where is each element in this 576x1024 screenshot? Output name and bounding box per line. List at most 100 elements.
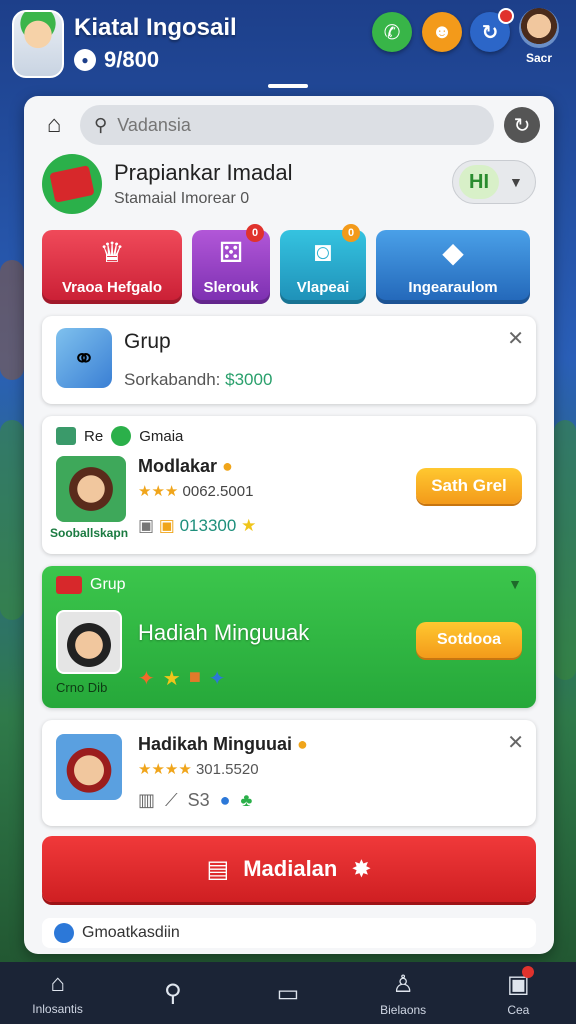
search-row: ⌂ ⚲ ↻ — [38, 104, 540, 146]
weekly-header-label: Grup — [90, 576, 126, 593]
tool-icon: ⟋ — [165, 790, 178, 810]
header-b: Gmaia — [139, 427, 184, 445]
home-icon: ⌂ — [46, 111, 62, 138]
search-icon: ⚲ — [94, 114, 108, 135]
tile-label: Ingearaulom — [408, 279, 498, 296]
profile-name: Prapiankar Imadal — [114, 160, 293, 185]
chest-icon — [56, 576, 82, 594]
search-icon: ⚲ — [163, 979, 182, 1007]
camera-icon: ◙ — [314, 236, 332, 267]
chevron-down-icon: ▼ — [509, 174, 523, 190]
refresh-icon: ↻ — [481, 21, 499, 44]
player-pic-label: Sooballskapn — [50, 526, 129, 540]
tile-1[interactable]: ♛ Vraoa Hefgalo — [42, 230, 182, 304]
profile-icon[interactable] — [42, 154, 102, 214]
grup-sub-label: Sorkabandh: — [124, 370, 221, 389]
tile-label: Slerouk — [203, 279, 259, 296]
phone-icon: ✆ — [383, 21, 401, 44]
refresh-icon: ↻ — [513, 114, 531, 137]
coin-counter: ● 9/800 — [74, 47, 159, 73]
refresh-button[interactable]: ↻ — [504, 107, 540, 143]
weekly-pic-label: Crno Dib — [56, 680, 108, 695]
bottom-nav: ⌂ Inlosantis ⚲ ▭ ♙ Bielaons ▣ Cea — [0, 962, 576, 1024]
trophy-icon: ♙ — [392, 970, 414, 998]
weekly-player-avatar — [56, 734, 122, 800]
search-box[interactable]: ⚲ — [80, 105, 494, 145]
main-action-label: Madialan — [243, 856, 338, 881]
info-icon — [54, 923, 74, 943]
nav-chat[interactable]: ▣ Cea — [468, 965, 568, 1017]
weekly-title: Hadiah Minguuak — [138, 620, 310, 645]
tile-4[interactable]: ◆ Ingearaulom — [376, 230, 530, 304]
phone-button[interactable]: ✆ — [372, 12, 412, 52]
weekly-card[interactable]: Hadikah Minguuai ● ★★★★ 301.5520 ▥ ⟋ S3 … — [42, 720, 536, 826]
globe-icon — [111, 426, 132, 446]
tile-2[interactable]: ⚄ 0 Slerouk — [192, 224, 270, 304]
grup-subtitle: Sorkabandh: $3000 — [124, 370, 272, 390]
weekly-claim-button[interactable]: Sotdooa — [416, 622, 522, 658]
footer-row[interactable]: Gmoatkasdiin — [42, 918, 536, 948]
settings-button[interactable]: ↻ — [470, 8, 514, 52]
drag-handle[interactable] — [268, 84, 308, 88]
level-value: HI — [459, 165, 499, 199]
top-bar: Kiatal Ingosail ● 9/800 ✆ ☻ ↻ Sacr — [0, 0, 576, 92]
coin-icon: ● — [74, 49, 96, 71]
notification-badge — [522, 965, 535, 978]
cards-icon: ▭ — [276, 979, 300, 1007]
home-button[interactable]: ⌂ — [38, 109, 70, 141]
close-icon[interactable]: ✕ — [507, 730, 524, 755]
player-action-button[interactable]: Sath Grel — [416, 468, 522, 504]
player-name: Modlakar ● — [138, 456, 233, 477]
grup-card[interactable]: ⚭ Grup Sorkabandh: $3000 ✕ — [42, 316, 536, 404]
star-icon: ★★★★ — [138, 761, 192, 778]
document-icon: ▤ — [206, 855, 230, 883]
nav-label: Cea — [507, 1002, 530, 1017]
gem-icon: ✦ — [208, 668, 226, 690]
coin-box-icon: ▣ — [158, 516, 175, 535]
weekly-item-icons: ▥ ⟋ S3 ● ♣ — [138, 790, 252, 811]
nav-search[interactable]: ⚲ — [123, 979, 223, 1008]
reward-icons: ✦ ★ ■ ✦ — [138, 666, 226, 691]
box-icon: ▥ — [138, 790, 156, 810]
crown-icon: ♛ — [99, 237, 125, 268]
player-card[interactable]: Re Gmaia Sooballskapn Modlakar ● ★★★ 006… — [42, 416, 536, 554]
nav-label: Bielaons — [380, 1002, 427, 1017]
weekly-reward-card[interactable]: Grup ▼ Crno Dib Hadiah Minguuak Sotdooa … — [42, 566, 536, 708]
chevron-down-icon[interactable]: ▼ — [508, 576, 522, 592]
tile-label: Vlapeai — [296, 279, 350, 296]
footer-row-label: Gmoatkasdiin — [82, 924, 180, 941]
nav-cards[interactable]: ▭ — [238, 979, 338, 1008]
header-a: Re — [84, 427, 104, 445]
search-input[interactable] — [117, 114, 480, 136]
nav-label: Inlosantis — [32, 1002, 83, 1016]
friends-button[interactable]: ☻ — [422, 12, 462, 52]
main-action-button[interactable]: ▤ Madialan ✸ — [42, 836, 536, 902]
gear-icon: ✸ — [351, 855, 372, 883]
category-tiles: ♛ Vraoa Hefgalo ⚄ 0 Slerouk ◙ 0 Vlapeai … — [42, 224, 536, 304]
tile-badge: 0 — [246, 224, 264, 242]
notification-badge — [498, 8, 514, 24]
player-avatar[interactable] — [12, 10, 64, 78]
weekly-player-title: Hadikah Minguuai ● — [138, 734, 308, 755]
leaf-icon: ♣ — [240, 790, 253, 810]
weekly-meta: S3 — [187, 790, 210, 810]
flag-icon — [56, 427, 76, 445]
nav-trophy[interactable]: ♙ Bielaons — [353, 970, 453, 1017]
profile-row: Prapiankar Imadal Stamaial Imorear 0 HI … — [42, 154, 536, 218]
background-building — [0, 260, 24, 380]
background-hill-right — [554, 420, 576, 680]
profile-avatar — [519, 8, 559, 48]
weekly-player-title-text: Hadikah Minguuai — [138, 734, 293, 754]
tile-3[interactable]: ◙ 0 Vlapeai — [280, 224, 366, 304]
globe-icon: ● — [219, 790, 231, 810]
nav-home[interactable]: ⌂ Inlosantis — [8, 970, 108, 1016]
weekly-rating: ★★★★ 301.5520 — [138, 760, 259, 778]
tile-badge: 0 — [342, 224, 360, 242]
player-meta: ▣ ▣ 013300 ★ — [138, 516, 256, 536]
profile-button[interactable]: Sacr — [516, 8, 562, 65]
close-icon[interactable]: ✕ — [507, 326, 524, 351]
level-dropdown[interactable]: HI ▼ — [452, 160, 536, 204]
star-icon: ★★★ — [138, 483, 179, 500]
player-rating-value: 0062.5001 — [182, 483, 254, 500]
weekly-avatar — [56, 610, 122, 674]
